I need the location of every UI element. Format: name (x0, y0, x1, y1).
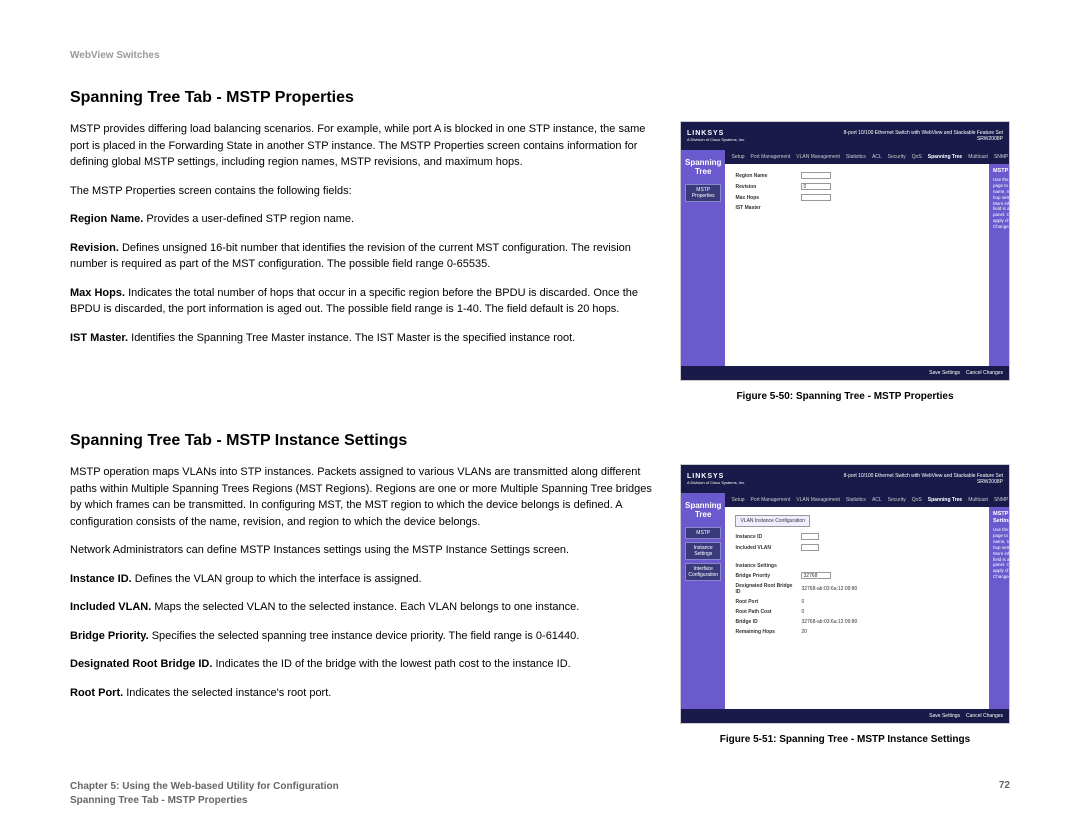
s2-bp: Bridge Priority. Specifies the selected … (70, 628, 660, 645)
top-tabs[interactable]: SetupPort ManagementVLAN ManagementStati… (725, 493, 1010, 507)
page-number: 72 (999, 780, 1010, 791)
help-title: MSTP Instance Settings (993, 511, 1010, 525)
section2-title: Spanning Tree Tab - MSTP Instance Settin… (70, 432, 1010, 450)
rh-value: 20 (801, 629, 807, 635)
rp-value: 0 (801, 599, 804, 605)
figure-5-50-caption: Figure 5-50: Spanning Tree - MSTP Proper… (736, 391, 953, 402)
section2-text: MSTP operation maps VLANs into STP insta… (70, 464, 660, 745)
nav-title: Spanning Tree (685, 501, 721, 519)
section1-title: Spanning Tree Tab - MSTP Properties (70, 89, 1010, 107)
region-input[interactable] (801, 172, 831, 179)
nav-title: Spanning Tree (685, 158, 721, 176)
footer-chapter: Chapter 5: Using the Web-based Utility f… (70, 780, 339, 794)
brand-tagline: A Division of Cisco Systems, Inc. (687, 480, 745, 485)
s1-region: Region Name. Provides a user-defined STP… (70, 211, 660, 228)
footer-section: Spanning Tree Tab - MSTP Properties (70, 794, 339, 808)
page-footer: Chapter 5: Using the Web-based Utility f… (70, 780, 1010, 808)
figure-5-51-caption: Figure 5-51: Spanning Tree - MSTP Instan… (720, 734, 970, 745)
brand-tagline: A Division of Cisco Systems, Inc. (687, 137, 745, 142)
top-tabs[interactable]: SetupPort ManagementVLAN ManagementStati… (725, 150, 1010, 164)
bid-value: 32768-ab:03:6a:12:09:80 (801, 619, 857, 625)
save-button[interactable]: Save Settings (929, 370, 960, 376)
s1-p2: The MSTP Properties screen contains the … (70, 183, 660, 200)
doc-header: WebView Switches (70, 50, 1010, 61)
s1-p1: MSTP provides differing load balancing s… (70, 121, 660, 171)
sidebar-item[interactable]: MSTP (685, 527, 721, 539)
figure-5-50: LINKSYS A Division of Cisco Systems, Inc… (680, 121, 1010, 381)
device-model: SRW2008P (844, 136, 1003, 142)
rpc-value: 0 (801, 609, 804, 615)
s2-inst: Instance ID. Defines the VLAN group to w… (70, 571, 660, 588)
help-text: Use the MSTP Properties page to configur… (993, 177, 1010, 230)
instance-select[interactable] (801, 533, 819, 540)
vlan-config-header: VLAN Instance Configuration (735, 515, 809, 527)
instance-settings-hdr: Instance Settings (735, 563, 979, 569)
s2-incl: Included VLAN. Maps the selected VLAN to… (70, 599, 660, 616)
device-model: SRW2008P (844, 479, 1003, 485)
figure-5-51: LINKSYS A Division of Cisco Systems, Inc… (680, 464, 1010, 724)
section1-text: MSTP provides differing load balancing s… (70, 121, 660, 402)
s1-revision: Revision. Defines unsigned 16-bit number… (70, 240, 660, 273)
brand-logo: LINKSYS (687, 130, 745, 137)
cancel-button[interactable]: Cancel Changes (966, 713, 1003, 719)
drb-value: 32768-ab:03:6a:12:09:80 (801, 586, 857, 592)
s2-rp: Root Port. Indicates the selected instan… (70, 685, 660, 702)
brand-logo: LINKSYS (687, 473, 745, 480)
s2-drb: Designated Root Bridge ID. Indicates the… (70, 656, 660, 673)
sidebar-item[interactable]: Interface Configuration (685, 563, 721, 581)
help-title: MSTP Properties (993, 168, 1010, 175)
cancel-button[interactable]: Cancel Changes (966, 370, 1003, 376)
included-vlan-select[interactable] (801, 544, 819, 551)
s1-maxhops: Max Hops. Indicates the total number of … (70, 285, 660, 318)
bridge-priority-input[interactable]: 32768 (801, 572, 831, 579)
s1-ist: IST Master. Identifies the Spanning Tree… (70, 330, 660, 347)
revision-input[interactable]: 0 (801, 183, 831, 190)
form-area: Region Name Revision0 Max Hops IST Maste… (725, 164, 989, 366)
save-button[interactable]: Save Settings (929, 713, 960, 719)
form-area: VLAN Instance Configuration Instance ID … (725, 507, 989, 709)
sidebar-item[interactable]: Instance Settings (685, 542, 721, 560)
help-text: Use the MSTP Properties page to configur… (993, 527, 1010, 580)
s2-p1: MSTP operation maps VLANs into STP insta… (70, 464, 660, 530)
maxhops-input[interactable] (801, 194, 831, 201)
s2-p2: Network Administrators can define MSTP I… (70, 542, 660, 559)
sidebar-item[interactable]: MSTP Properties (685, 184, 721, 202)
